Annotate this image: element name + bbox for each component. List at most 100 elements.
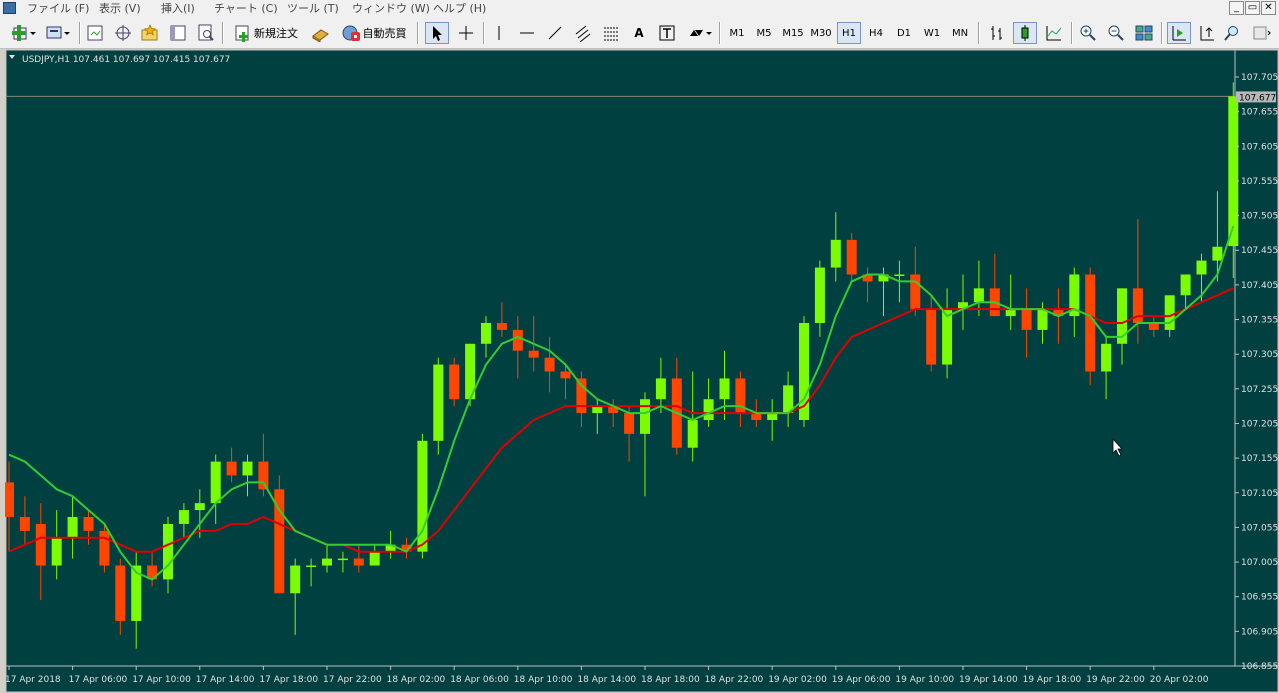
overflow-chevron-icon xyxy=(1253,26,1271,40)
zoom-in-button[interactable] xyxy=(1076,22,1100,44)
candle-body xyxy=(1101,343,1112,372)
timeframe-m30[interactable]: M30 xyxy=(808,22,834,44)
timeframe-m5[interactable]: M5 xyxy=(752,22,776,44)
price-tick-label: 107.155 xyxy=(1241,454,1278,464)
channel-button[interactable] xyxy=(572,22,594,44)
candlestick-icon xyxy=(1021,25,1029,41)
candle-body xyxy=(1164,295,1175,330)
close-button[interactable]: ✕ xyxy=(1261,1,1276,15)
candle-body xyxy=(449,364,460,400)
vertical-line-button[interactable] xyxy=(488,22,510,44)
terminal-button[interactable] xyxy=(167,22,189,44)
toolbar-overflow-button[interactable] xyxy=(1250,22,1276,44)
candle-body xyxy=(51,537,62,566)
timeframe-mn[interactable]: MN xyxy=(948,22,972,44)
candle-body xyxy=(1037,309,1048,330)
candle-body xyxy=(226,461,237,476)
candle-body xyxy=(1117,288,1127,344)
crosshair-tool-button[interactable] xyxy=(454,22,478,44)
trendline-button[interactable] xyxy=(544,22,566,44)
text-tool-button[interactable]: A xyxy=(628,22,650,44)
candle-body xyxy=(178,510,189,524)
candle-body xyxy=(1005,309,1016,317)
arrows-tool-button[interactable] xyxy=(684,22,714,44)
new-chart-button[interactable] xyxy=(10,22,40,44)
fibonacci-button[interactable] xyxy=(600,22,622,44)
timeframe-m1[interactable]: M1 xyxy=(725,22,749,44)
candle-body xyxy=(433,364,444,441)
search-button[interactable] xyxy=(1220,22,1244,44)
timeframe-m15[interactable]: M15 xyxy=(780,22,806,44)
toolbar: 新規注文 自動売買 A M1 M5 M15 M30 H1 H4 D1 W1 MN xyxy=(0,17,1279,49)
menu-view[interactable]: 表示 (V) xyxy=(99,2,141,15)
new-chart-icon xyxy=(12,25,36,41)
line-chart-icon xyxy=(1046,26,1062,41)
time-tick-label: 18 Apr 18:00 xyxy=(641,675,700,685)
timeframe-h1[interactable]: H1 xyxy=(837,22,861,44)
search-icon xyxy=(1224,26,1238,41)
candlestick-button[interactable] xyxy=(1013,22,1037,44)
terminal-window-icon xyxy=(170,25,186,41)
menu-insert[interactable]: 挿入(I) xyxy=(161,2,195,15)
menu-chart[interactable]: チャート (C) xyxy=(214,2,278,15)
candle-body xyxy=(592,406,603,414)
time-tick-label: 19 Apr 06:00 xyxy=(832,675,891,685)
restore-button[interactable]: ▭ xyxy=(1245,1,1260,15)
chart-shift-button[interactable] xyxy=(1195,22,1219,44)
horizontal-line-button[interactable] xyxy=(516,22,538,44)
menu-help[interactable]: ヘルプ (H) xyxy=(433,2,486,15)
candle-body xyxy=(1085,274,1096,372)
tile-windows-button[interactable] xyxy=(1132,22,1156,44)
candle-body xyxy=(5,482,14,518)
line-chart-button[interactable] xyxy=(1042,22,1066,44)
zoom-out-button[interactable] xyxy=(1104,22,1128,44)
candle-body xyxy=(846,239,857,275)
cursor-tool-button[interactable] xyxy=(425,22,449,44)
menu-file[interactable]: ファイル (F) xyxy=(27,2,89,15)
menu-bar: ファイル (F) 表示 (V) 挿入(I) チャート (C) ツール (T) ウ… xyxy=(0,0,1279,17)
strategy-tester-button[interactable] xyxy=(195,22,217,44)
candle-body xyxy=(576,378,587,414)
candle-body xyxy=(496,322,507,330)
navigator-button[interactable] xyxy=(139,22,161,44)
candle xyxy=(417,433,428,559)
candle-body xyxy=(1148,322,1159,330)
text-label-tool-button[interactable] xyxy=(656,22,678,44)
candle-body xyxy=(512,329,523,351)
arrows-icon xyxy=(690,30,712,36)
candle-body xyxy=(242,461,253,476)
meta-editor-button[interactable] xyxy=(308,22,332,44)
auto-scroll-button[interactable] xyxy=(1167,22,1191,44)
vertical-line-icon xyxy=(498,26,500,40)
time-tick-label: 19 Apr 02:00 xyxy=(768,675,827,685)
time-tick-label: 17 Apr 14:00 xyxy=(196,675,255,685)
timeframe-h4[interactable]: H4 xyxy=(864,22,888,44)
candle-body xyxy=(1180,274,1191,296)
auto-trading-button[interactable]: 自動売買 xyxy=(336,22,411,44)
candle-body xyxy=(1212,246,1223,261)
new-order-button[interactable]: 新規注文 xyxy=(230,22,302,44)
market-watch-button[interactable] xyxy=(84,22,106,44)
timeframe-w1[interactable]: W1 xyxy=(920,22,944,44)
time-tick-label: 19 Apr 14:00 xyxy=(959,675,1018,685)
bar-chart-button[interactable] xyxy=(985,22,1009,44)
app-icon[interactable] xyxy=(3,2,16,14)
candle-body xyxy=(35,523,46,566)
current-price-label: 107.677 xyxy=(1239,93,1276,103)
auto-trading-icon xyxy=(342,25,360,41)
minimize-button[interactable]: _ xyxy=(1229,1,1244,15)
zoom-in-icon xyxy=(1080,25,1096,41)
data-window-button[interactable] xyxy=(112,22,134,44)
candle-body xyxy=(640,399,650,434)
menu-tools[interactable]: ツール (T) xyxy=(287,2,339,15)
candle-body xyxy=(163,523,173,580)
price-chart[interactable]: 107.705 107.655 107.605 107.555 107.505 107.4… xyxy=(5,49,1279,693)
price-tick-label: 107.655 xyxy=(1241,108,1278,118)
profiles-button[interactable] xyxy=(44,22,74,44)
price-tick-label: 107.505 xyxy=(1241,212,1278,222)
plot-area[interactable] xyxy=(5,49,1236,667)
candle-body xyxy=(719,378,730,400)
menu-window[interactable]: ウィンドウ (W) xyxy=(352,2,430,15)
toolbar-separator xyxy=(719,22,721,44)
timeframe-d1[interactable]: D1 xyxy=(892,22,916,44)
